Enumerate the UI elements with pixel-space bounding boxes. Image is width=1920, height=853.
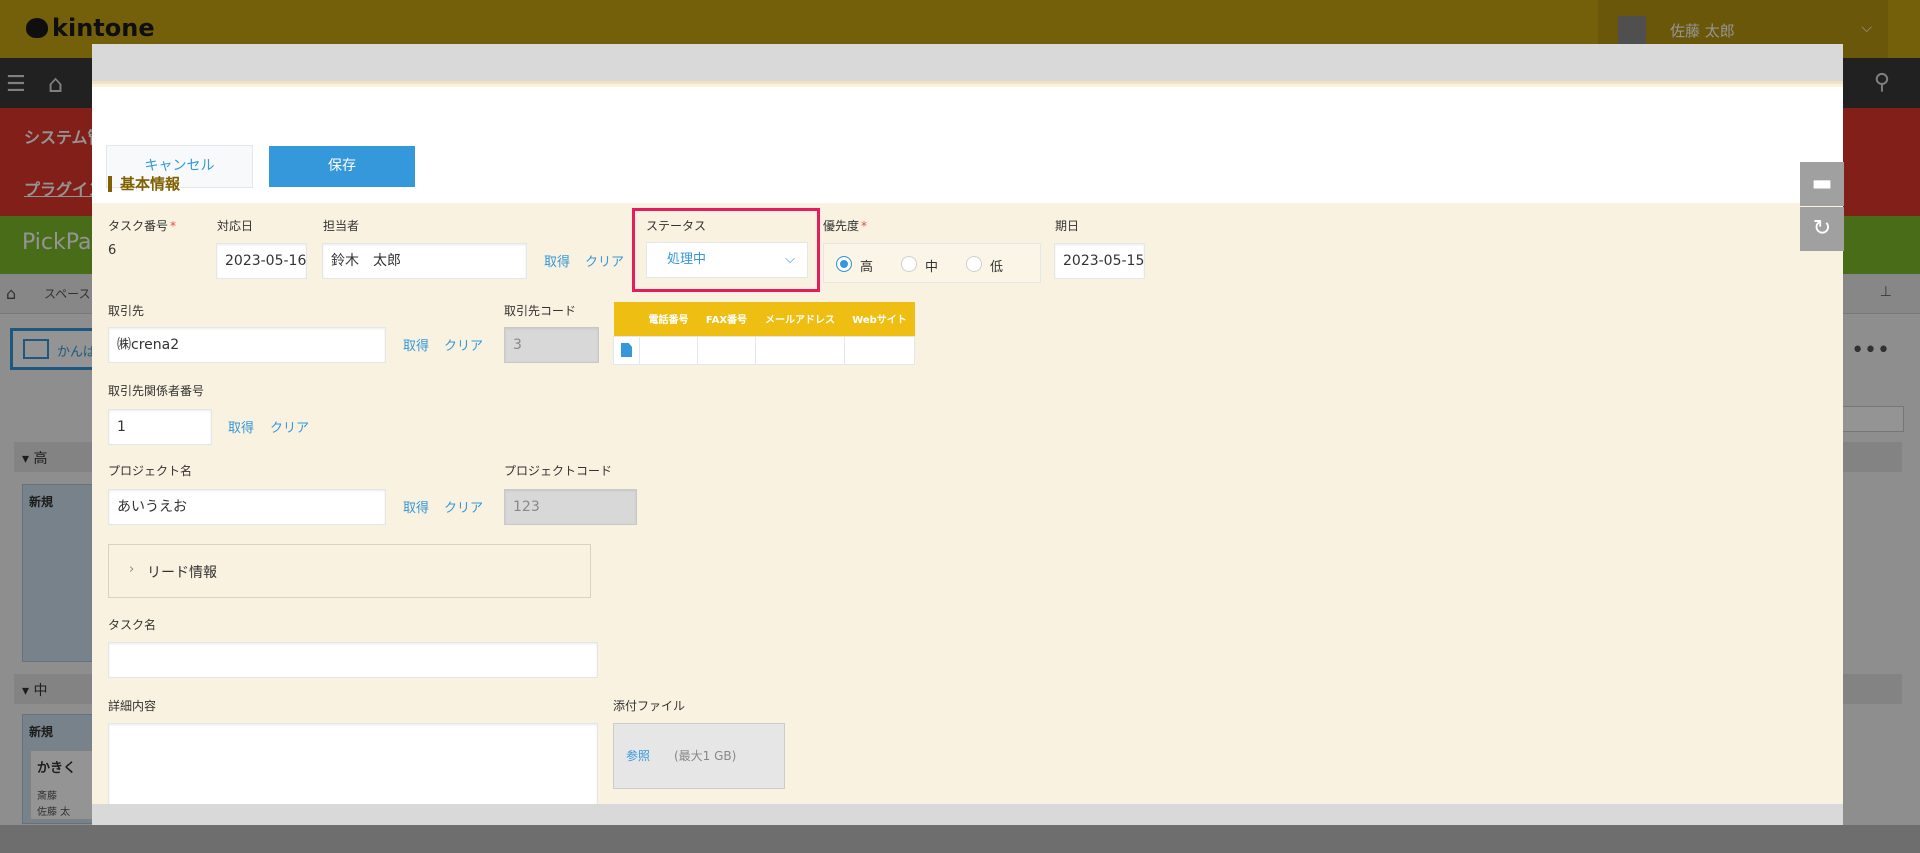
radio-dot [836,256,852,272]
table-header-cell: FAX番号 [697,302,756,336]
table-cell [844,335,915,365]
assignee-input[interactable]: 鈴木 太郎 [322,243,527,279]
table-header-cell: Webサイト [844,302,915,336]
chevron-right-icon: › [129,562,135,577]
due-date-input[interactable]: 2023-05-15 [1054,243,1145,279]
assignee-get-link[interactable]: 取得 [544,251,570,270]
history-icon[interactable]: ↻ [1800,207,1844,251]
details-label: 詳細内容 [108,699,157,713]
project-clear-link[interactable]: クリア [444,497,483,516]
save-button[interactable]: 保存 [269,146,415,187]
section-title: 基本情報 [108,176,180,192]
response-date-input[interactable]: 2023-05-16 [216,243,307,279]
priority-radio-group: 高 中 低 [823,243,1041,283]
table-header-cell [613,302,640,336]
client-code-label: 取引先コード [504,304,577,318]
table-header-cell: 電話番号 [639,302,698,336]
dialog-toolbar: キャンセル 保存 [92,87,1843,203]
status-select[interactable]: 処理中 ⌵ [646,242,808,278]
radio-dot [901,256,917,272]
assignee-label: 担当者 [323,219,360,233]
client-contact-get-link[interactable]: 取得 [228,417,254,436]
task-number-value: 6 [108,243,117,258]
task-name-label: タスク名 [108,618,157,632]
document-icon[interactable] [621,343,632,357]
comment-icon[interactable]: ▬ [1800,162,1844,206]
radio-dot [966,256,982,272]
label-text: タスク番号 [108,219,169,233]
lead-info-group[interactable]: › リード情報 [108,544,591,598]
client-contact-clear-link[interactable]: クリア [270,417,309,436]
client-code-input: 3 [504,327,599,363]
dialog-bottom-bar [92,804,1843,825]
attachment-dropzone: 参照 (最大1 GB) [613,723,785,789]
client-label: 取引先 [108,304,145,318]
dialog-topbar [92,44,1843,84]
browse-link[interactable]: 参照 [626,747,650,764]
priority-label: 優先度 * [823,217,867,234]
project-get-link[interactable]: 取得 [403,497,429,516]
client-input[interactable]: ㈱crena2 [108,327,386,363]
label-text: 優先度 [823,219,860,233]
table-cell [755,335,845,365]
status-label: ステータス [646,219,707,233]
record-edit-dialog: キャンセル 保存 ▬ ↻ 基本情報 タスク番号 * 6 対応日 2023-05-1… [92,44,1844,825]
attachment-label: 添付ファイル [613,699,686,713]
client-contact-input[interactable]: 1 [108,409,212,445]
client-contact-label: 取引先関係者番号 [108,384,205,398]
task-name-input[interactable] [108,642,598,678]
project-code-input: 123 [504,489,637,525]
radio-label: 中 [925,260,939,275]
required-mark: * [861,219,868,233]
table-header-row: 電話番号 FAX番号 メールアドレス Webサイト [613,302,915,336]
assignee-clear-link[interactable]: クリア [585,251,624,270]
task-number-label: タスク番号 * [108,217,176,234]
table-row [613,335,915,365]
bottom-bar [0,825,1920,853]
status-value: 処理中 [667,252,707,267]
table-cell [697,335,756,365]
required-mark: * [170,219,177,233]
radio-label: 高 [860,260,874,275]
chevron-down-icon: ⌵ [785,252,795,267]
max-size-note: (最大1 GB) [674,749,737,763]
response-date-label: 対応日 [217,219,254,233]
project-name-label: プロジェクト名 [108,464,193,478]
client-get-link[interactable]: 取得 [403,335,429,354]
table-cell [639,335,698,365]
lead-info-label: リード情報 [147,565,217,581]
project-name-input[interactable]: あいうえお [108,489,386,525]
table-header-cell: メールアドレス [755,302,845,336]
radio-label: 低 [990,260,1004,275]
client-reference-table: 電話番号 FAX番号 メールアドレス Webサイト [613,302,915,365]
project-code-label: プロジェクトコード [504,464,613,478]
table-cell [613,335,640,365]
client-clear-link[interactable]: クリア [444,335,483,354]
due-date-label: 期日 [1055,219,1080,233]
